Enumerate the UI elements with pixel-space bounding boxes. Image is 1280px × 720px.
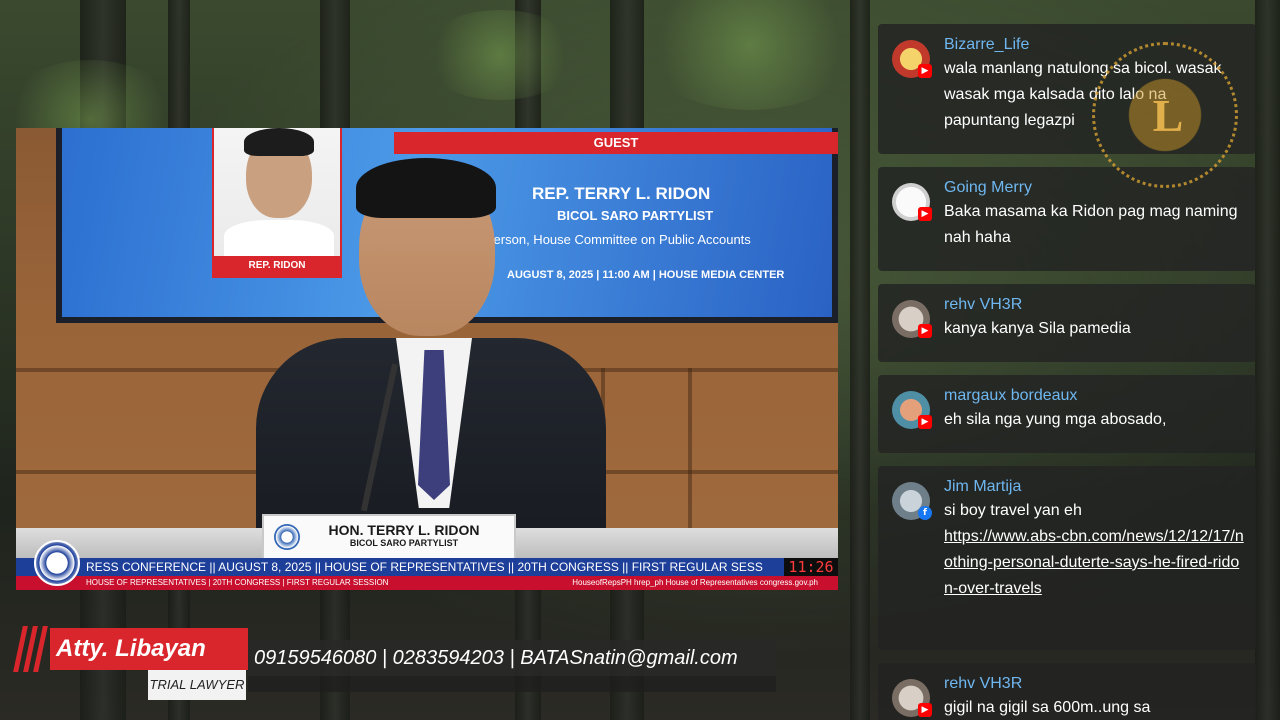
youtube-icon: ▶ [918, 703, 932, 717]
youtube-icon: ▶ [918, 415, 932, 429]
ticker-headline: RESS CONFERENCE || AUGUST 8, 2025 || HOU… [16, 558, 838, 576]
speaker-hair [356, 158, 496, 218]
youtube-icon: ▶ [918, 324, 932, 338]
nameplate: HON. TERRY L. RIDON BICOL SARO PARTYLIST [262, 514, 516, 560]
congress-seal-icon [274, 524, 300, 550]
speaker [256, 158, 616, 578]
host-name: Atty. Libayan [50, 628, 248, 670]
chat-text: si boy travel yan eh https://www.abs-cbn… [944, 498, 1244, 602]
lower-third-stripes [13, 626, 48, 672]
ticker-subline: HOUSE OF REPRESENTATIVES | 20TH CONGRESS… [16, 576, 838, 590]
youtube-icon: ▶ [918, 64, 932, 78]
guest-photo-hair [244, 128, 314, 156]
facebook-icon: f [918, 506, 932, 520]
lower-third-underbar [248, 676, 776, 692]
youtube-icon: ▶ [918, 207, 932, 221]
channel-logo-watermark: L [1092, 42, 1238, 188]
chat-author: Jim Martija [944, 478, 1022, 495]
nameplate-party: BICOL SARO PARTYLIST [349, 538, 459, 548]
nameplate-name: HON. TERRY L. RIDON [328, 522, 480, 538]
ticker-social-handles: HouseofRepsPH hrep_ph House of Represent… [572, 578, 818, 587]
guest-banner: GUEST [394, 132, 838, 154]
tree-trunk [1255, 0, 1280, 720]
chat-message: ▶ rehv VH3R kanya kanya Sila pamedia [878, 284, 1256, 362]
chat-message: ▶ margaux bordeaux eh sila nga yung mga … [878, 375, 1256, 453]
wood-seam [688, 368, 692, 538]
chat-text: Baka masama ka Ridon pag mag naming nah … [944, 203, 1238, 246]
tree-trunk [850, 0, 870, 720]
chat-author: Going Merry [944, 179, 1033, 196]
house-of-representatives-seal-icon [34, 540, 80, 586]
chat-text: kanya kanya Sila pamedia [944, 320, 1131, 337]
chat-message: ▶ rehv VH3R gigil na gigil sa 600m..ung … [878, 663, 1256, 720]
host-contact: 09159546080 | 0283594203 | BATASnatin@gm… [248, 640, 776, 676]
host-title: TRIAL LAWYER [148, 670, 246, 700]
chat-message: f Jim Martija si boy travel yan eh https… [878, 466, 1256, 650]
chat-text: gigil na gigil sa 600m..ung sa [944, 699, 1151, 716]
news-ticker: RESS CONFERENCE || AUGUST 8, 2025 || HOU… [16, 540, 838, 590]
chat-text: eh sila nga yung mga abosado, [944, 411, 1167, 428]
foliage [420, 10, 580, 100]
chat-author: margaux bordeaux [944, 387, 1078, 404]
lower-third: Atty. Libayan TRIAL LAWYER 09159546080 |… [13, 626, 776, 706]
video-feed: REP. RIDON GUEST REP. TERRY L. RIDON BIC… [16, 128, 838, 590]
chat-author: rehv VH3R [944, 296, 1023, 313]
chat-text-line: si boy travel yan eh [944, 502, 1082, 519]
ticker-clock: 11:26 [784, 558, 838, 576]
chat-author: rehv VH3R [944, 675, 1023, 692]
channel-logo-letter: L [1152, 90, 1184, 141]
ticker-subline-left: HOUSE OF REPRESENTATIVES | 20TH CONGRESS… [86, 578, 389, 587]
foliage [640, 0, 860, 110]
chat-message: ▶ Going Merry Baka masama ka Ridon pag m… [878, 167, 1256, 271]
chat-link[interactable]: https://www.abs-cbn.com/news/12/12/17/no… [944, 524, 1244, 602]
